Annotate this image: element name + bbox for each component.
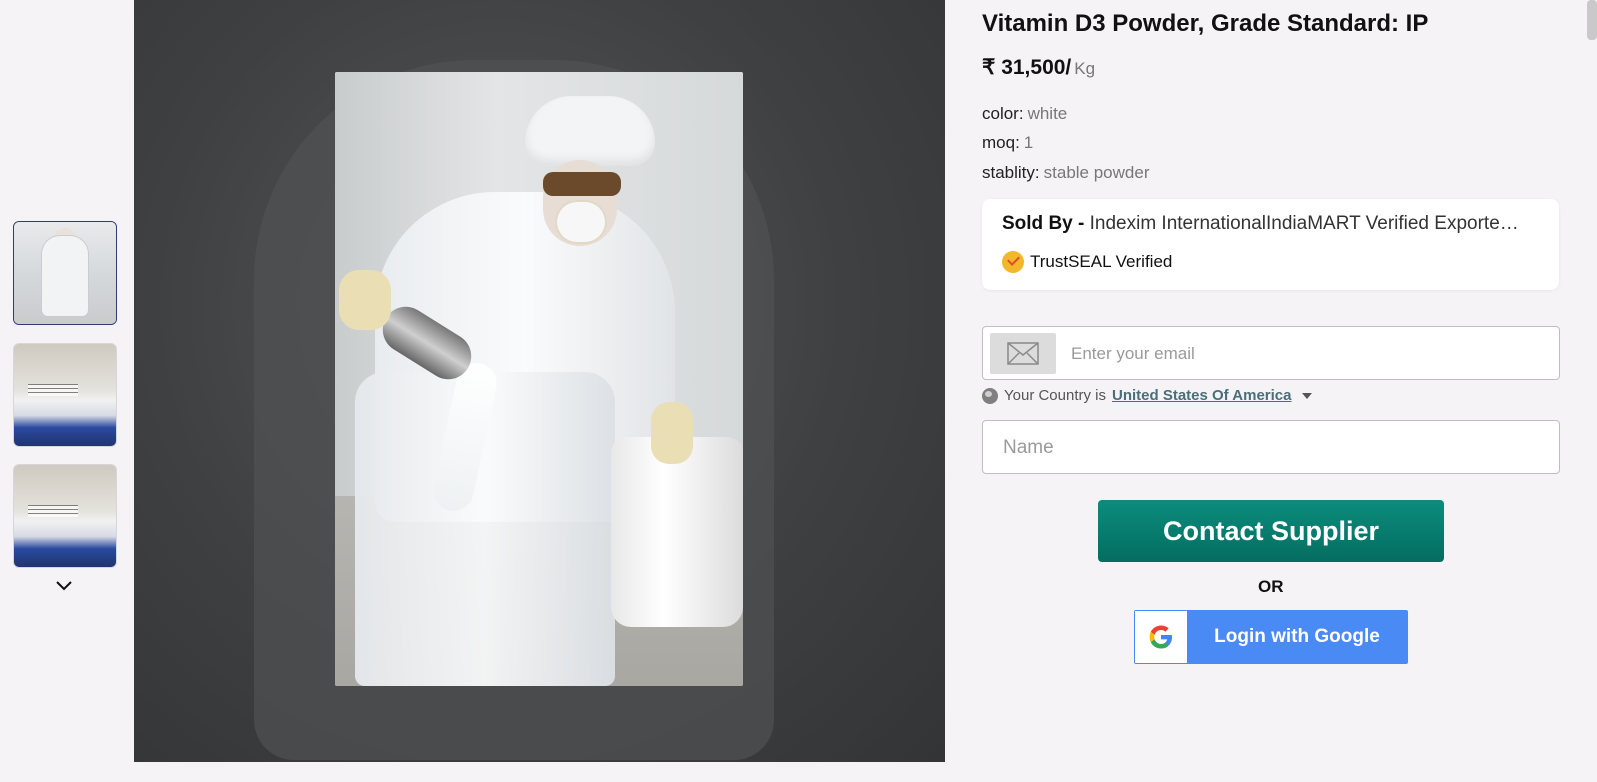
- login-with-google-button[interactable]: Login with Google: [1134, 610, 1408, 664]
- attribute-label: moq:: [982, 133, 1020, 152]
- attribute-moq: moq: 1: [982, 133, 1033, 153]
- attribute-label: stablity:: [982, 163, 1040, 182]
- thumbnail-1[interactable]: [13, 221, 117, 325]
- sold-by-label: Sold By -: [1002, 213, 1085, 234]
- mail-icon: [990, 333, 1056, 374]
- product-price: ₹ 31,500/Kg: [982, 55, 1095, 80]
- seller-name[interactable]: Indexim InternationalIndiaMART Verified …: [1090, 213, 1519, 234]
- contact-supplier-button[interactable]: Contact Supplier: [1098, 500, 1444, 562]
- name-field-container: [982, 420, 1560, 475]
- globe-icon: [982, 387, 998, 404]
- trustseal-row: TrustSEAL Verified: [1002, 251, 1172, 273]
- chevron-down-icon[interactable]: [55, 576, 73, 594]
- email-field-container: [982, 326, 1560, 381]
- thumbnail-3[interactable]: [13, 464, 117, 568]
- price-unit: Kg: [1074, 59, 1096, 78]
- email-input[interactable]: [1069, 327, 1553, 381]
- or-separator: OR: [1258, 577, 1284, 596]
- google-button-label: Login with Google: [1214, 626, 1380, 647]
- price-value: ₹ 31,500/: [982, 56, 1072, 79]
- attribute-value: stable powder: [1043, 163, 1150, 182]
- attribute-label: color:: [982, 104, 1024, 123]
- trustseal-label: TrustSEAL Verified: [1030, 252, 1173, 271]
- product-image-viewer: [134, 0, 945, 762]
- thumbnail-image: [14, 344, 116, 446]
- country-prefix: Your Country is: [1004, 387, 1106, 404]
- attribute-color: color: white: [982, 104, 1067, 124]
- trustseal-icon: [1002, 251, 1024, 273]
- attribute-value: 1: [1023, 133, 1034, 152]
- seller-line: Sold By - Indexim InternationalIndiaMART…: [1002, 213, 1542, 235]
- country-selector[interactable]: United States Of America: [1112, 387, 1292, 404]
- thumbnail-image: [14, 465, 116, 567]
- thumbnail-2[interactable]: [13, 343, 117, 447]
- name-input[interactable]: [1001, 421, 1545, 475]
- google-g-icon: [1135, 611, 1187, 663]
- attribute-value: white: [1027, 104, 1068, 123]
- thumbnail-image: [14, 222, 116, 324]
- seller-card: Sold By - Indexim InternationalIndiaMART…: [982, 199, 1559, 290]
- attribute-stability: stablity: stable powder: [982, 163, 1149, 183]
- caret-down-icon[interactable]: [1301, 392, 1312, 399]
- scrollbar-thumb[interactable]: [1587, 0, 1597, 40]
- product-title: Vitamin D3 Powder, Grade Standard: IP: [982, 10, 1429, 37]
- country-row: Your Country is United States Of America: [982, 387, 1312, 404]
- product-main-image[interactable]: [335, 72, 743, 686]
